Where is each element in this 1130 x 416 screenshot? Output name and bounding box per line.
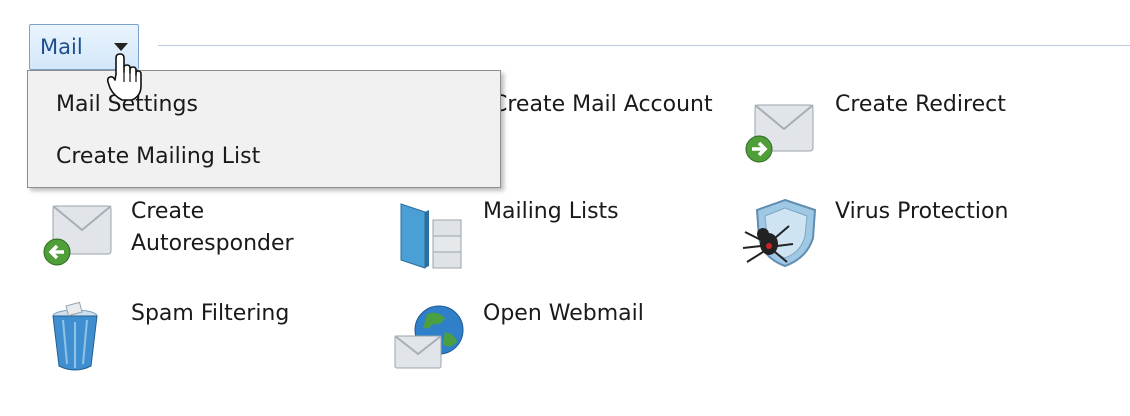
create-redirect-item[interactable]: Create Redirect — [741, 89, 1071, 179]
item-label: Create Redirect — [835, 92, 1006, 117]
mailing-lists-icon — [389, 198, 469, 278]
header-divider — [158, 45, 1130, 46]
virus-protection-item[interactable]: Virus Protection — [741, 196, 1071, 286]
mail-dropdown-menu: Mail Settings Create Mailing List — [27, 70, 501, 188]
create-autoresponder-item[interactable]: Create Autoresponder — [37, 196, 367, 286]
item-label: Open Webmail — [483, 301, 644, 326]
webmail-globe-icon — [389, 300, 471, 378]
item-label: Create Autoresponder — [131, 199, 294, 256]
open-webmail-item[interactable]: Open Webmail — [389, 298, 719, 388]
mail-menu-label: Mail — [40, 35, 83, 59]
item-label: Create Mail Account — [492, 92, 713, 117]
redirect-mail-icon — [741, 97, 819, 171]
chevron-down-icon — [114, 43, 128, 51]
spam-filtering-item[interactable]: Spam Filtering — [37, 298, 367, 388]
autoresponder-mail-icon — [37, 200, 115, 274]
item-label: Spam Filtering — [131, 301, 290, 326]
spam-trash-icon — [45, 300, 105, 380]
menu-item-create-mailing-list[interactable]: Create Mailing List — [56, 141, 260, 173]
item-label: Virus Protection — [835, 199, 1009, 224]
hand-cursor-icon — [106, 52, 142, 106]
mailing-lists-item[interactable]: Mailing Lists — [389, 196, 719, 286]
virus-protection-icon — [741, 196, 825, 276]
item-label: Mailing Lists — [483, 199, 619, 224]
